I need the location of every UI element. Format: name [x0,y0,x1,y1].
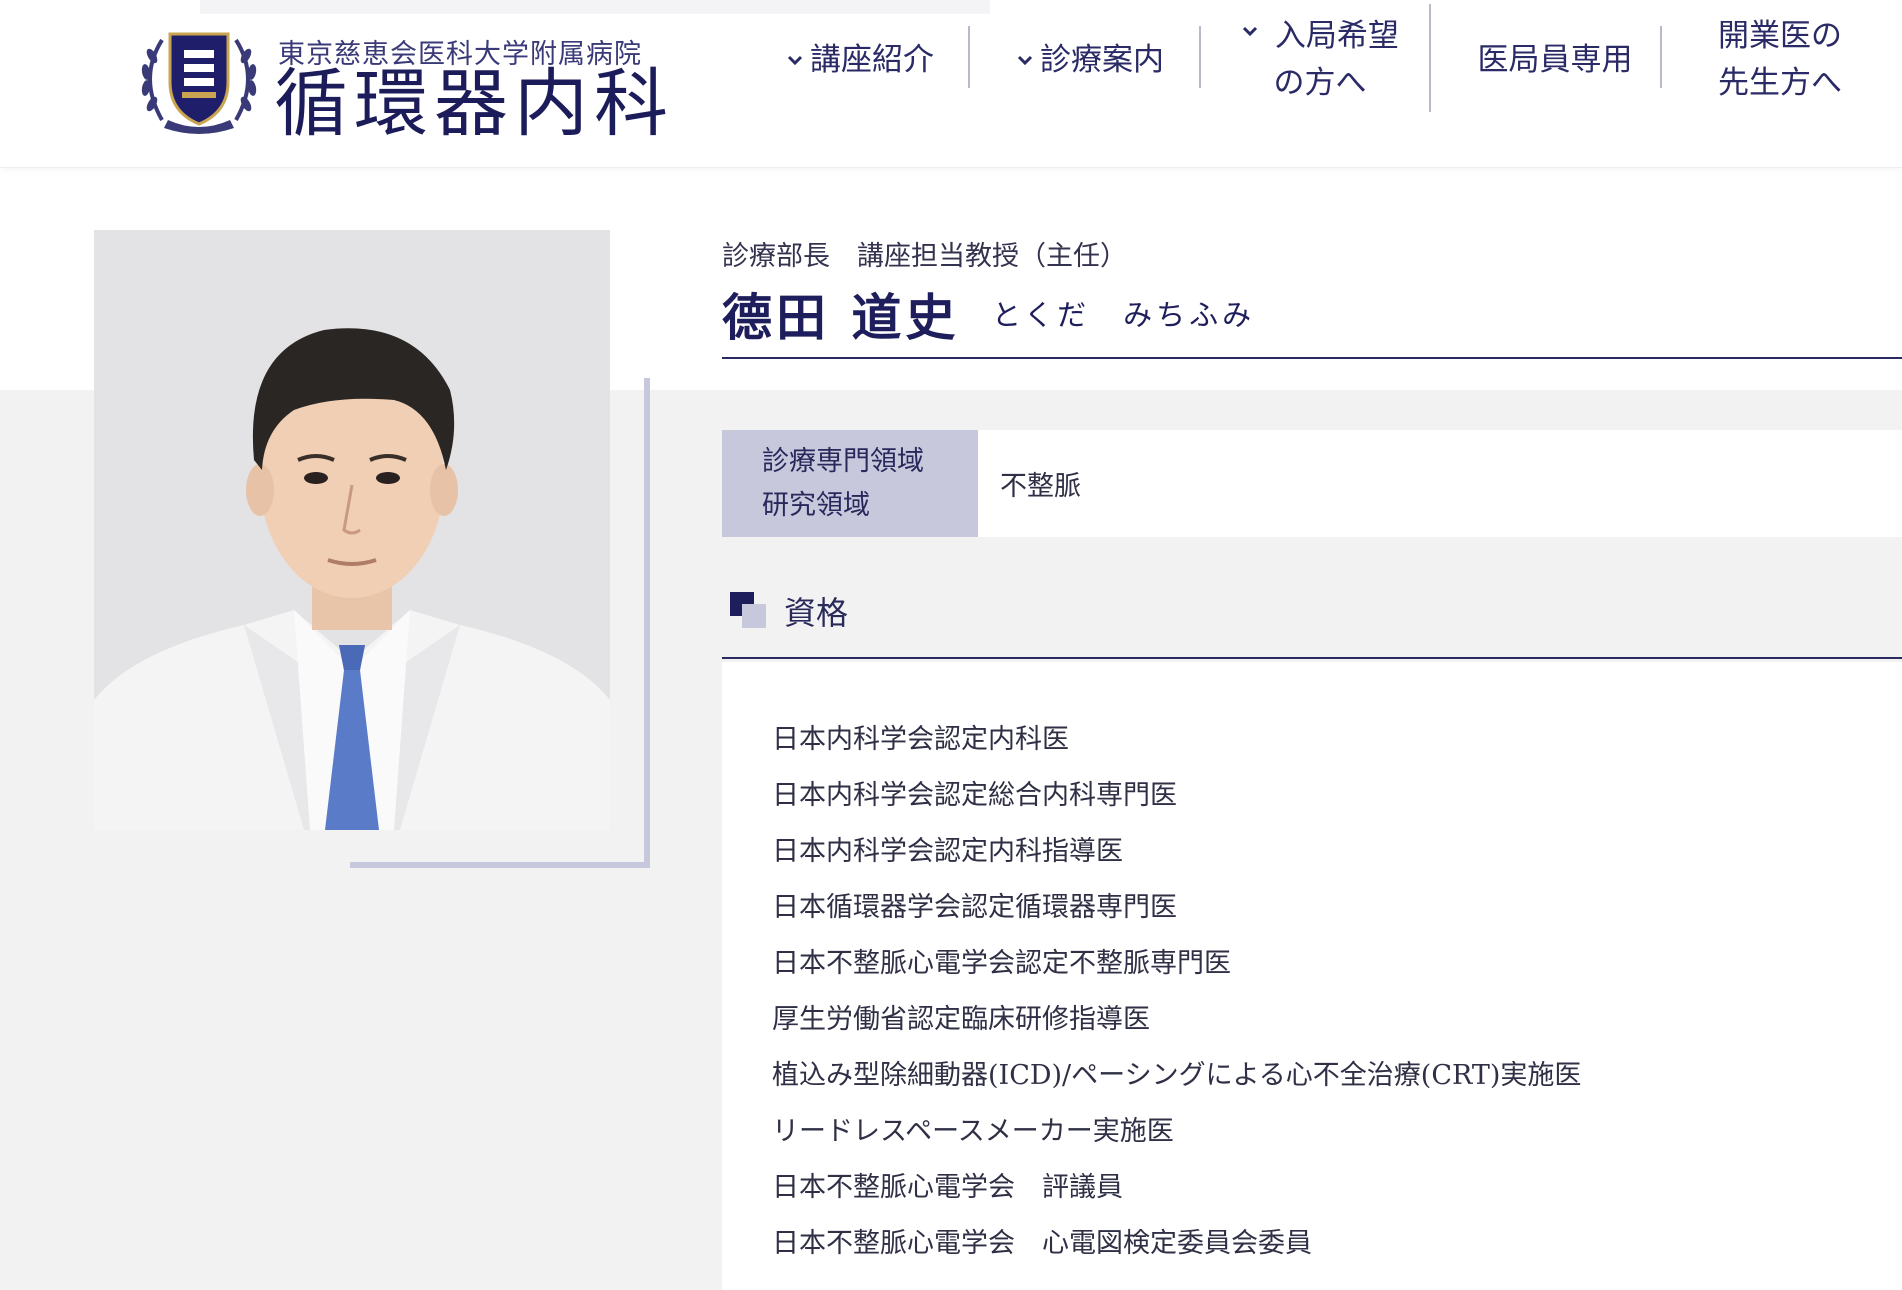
site-header: 東京慈恵会医科大学附属病院 循環器内科 講座紹介 診療案内 入局希望 の方へ 医… [0,0,1902,168]
qualification-item: 日本内科学会認定総合内科専門医 [772,780,1177,811]
nav-divider [1660,26,1662,88]
nav-item-join-department[interactable]: 入局希望 の方へ [1220,0,1420,120]
nav-label-line1: 入局希望 [1274,18,1399,54]
nav-label: 診療案内 [1040,41,1164,78]
doctor-portrait-photo [94,230,610,830]
qualification-item: 日本不整脈心電学会 心電図検定委員会委員 [772,1228,1312,1259]
qualification-item: 植込み型除細動器(ICD)/ペーシングによる心不全治療(CRT)実施医 [772,1060,1582,1091]
name-divider [722,357,1902,359]
qualifications-divider [722,657,1902,659]
nav-label: 医局員専用 [1477,41,1633,78]
specialty-label: 診療専門領域 研究領域 [722,430,978,537]
nav-divider [968,26,970,88]
nav-divider [1199,26,1201,88]
chevron-down-icon [787,55,803,66]
qualifications-title: 資格 [784,594,849,632]
qualifications-list: 日本内科学会認定内科医 日本内科学会認定総合内科専門医 日本内科学会認定内科指導… [772,712,1581,1272]
doctor-name-kana: とくだ みちふみ [992,298,1256,332]
doctor-name: 德田 道史 [722,288,960,347]
qualification-item: 日本循環器学会認定循環器専門医 [772,892,1177,923]
nav-label-line2: の方へ [1273,65,1367,101]
specialty-label-line1: 診療専門領域 [762,446,924,477]
nav-divider [1429,4,1431,112]
chevron-down-icon [1017,55,1033,66]
nav-item-clinical-info[interactable]: 診療案内 [990,0,1190,120]
qualification-item: リードレスペースメーカー実施医 [772,1116,1174,1147]
qualification-item: 日本不整脈心電学会認定不整脈専門医 [772,948,1231,979]
nav-item-for-practitioners[interactable]: 開業医の 先生方へ [1680,0,1880,120]
site-logo[interactable]: 東京慈恵会医科大学附属病院 循環器内科 [132,16,672,144]
nav-item-staff-only[interactable]: 医局員専用 [1450,0,1660,120]
qualification-item: 日本不整脈心電学会 評議員 [772,1172,1123,1203]
specialty-label-line2: 研究領域 [762,490,870,521]
qualifications-section-header: 資格 [722,584,1902,660]
specialty-row: 診療専門領域 研究領域 不整脈 [722,430,1902,537]
nav-item-about-course[interactable]: 講座紹介 [760,0,960,120]
university-emblem-icon [141,32,257,134]
specialty-value: 不整脈 [1000,471,1081,502]
nav-label-line1: 開業医の [1718,18,1842,54]
qualification-item: 厚生労働省認定臨床研修指導医 [772,1004,1150,1035]
nav-label: 講座紹介 [810,41,934,78]
portrait-illustration [94,230,610,830]
section-square-icon [730,592,766,628]
qualification-item: 日本内科学会認定内科指導医 [772,836,1123,867]
nav-label-line2: 先生方へ [1718,65,1842,101]
qualifications-panel: 日本内科学会認定内科医 日本内科学会認定総合内科専門医 日本内科学会認定内科指導… [722,662,1902,1290]
logo-department-name: 循環器内科 [274,61,674,147]
position-title: 診療部長 講座担当教授（主任） [722,241,1127,272]
qualification-item: 日本内科学会認定内科医 [772,724,1069,755]
chevron-down-icon [1243,26,1258,37]
